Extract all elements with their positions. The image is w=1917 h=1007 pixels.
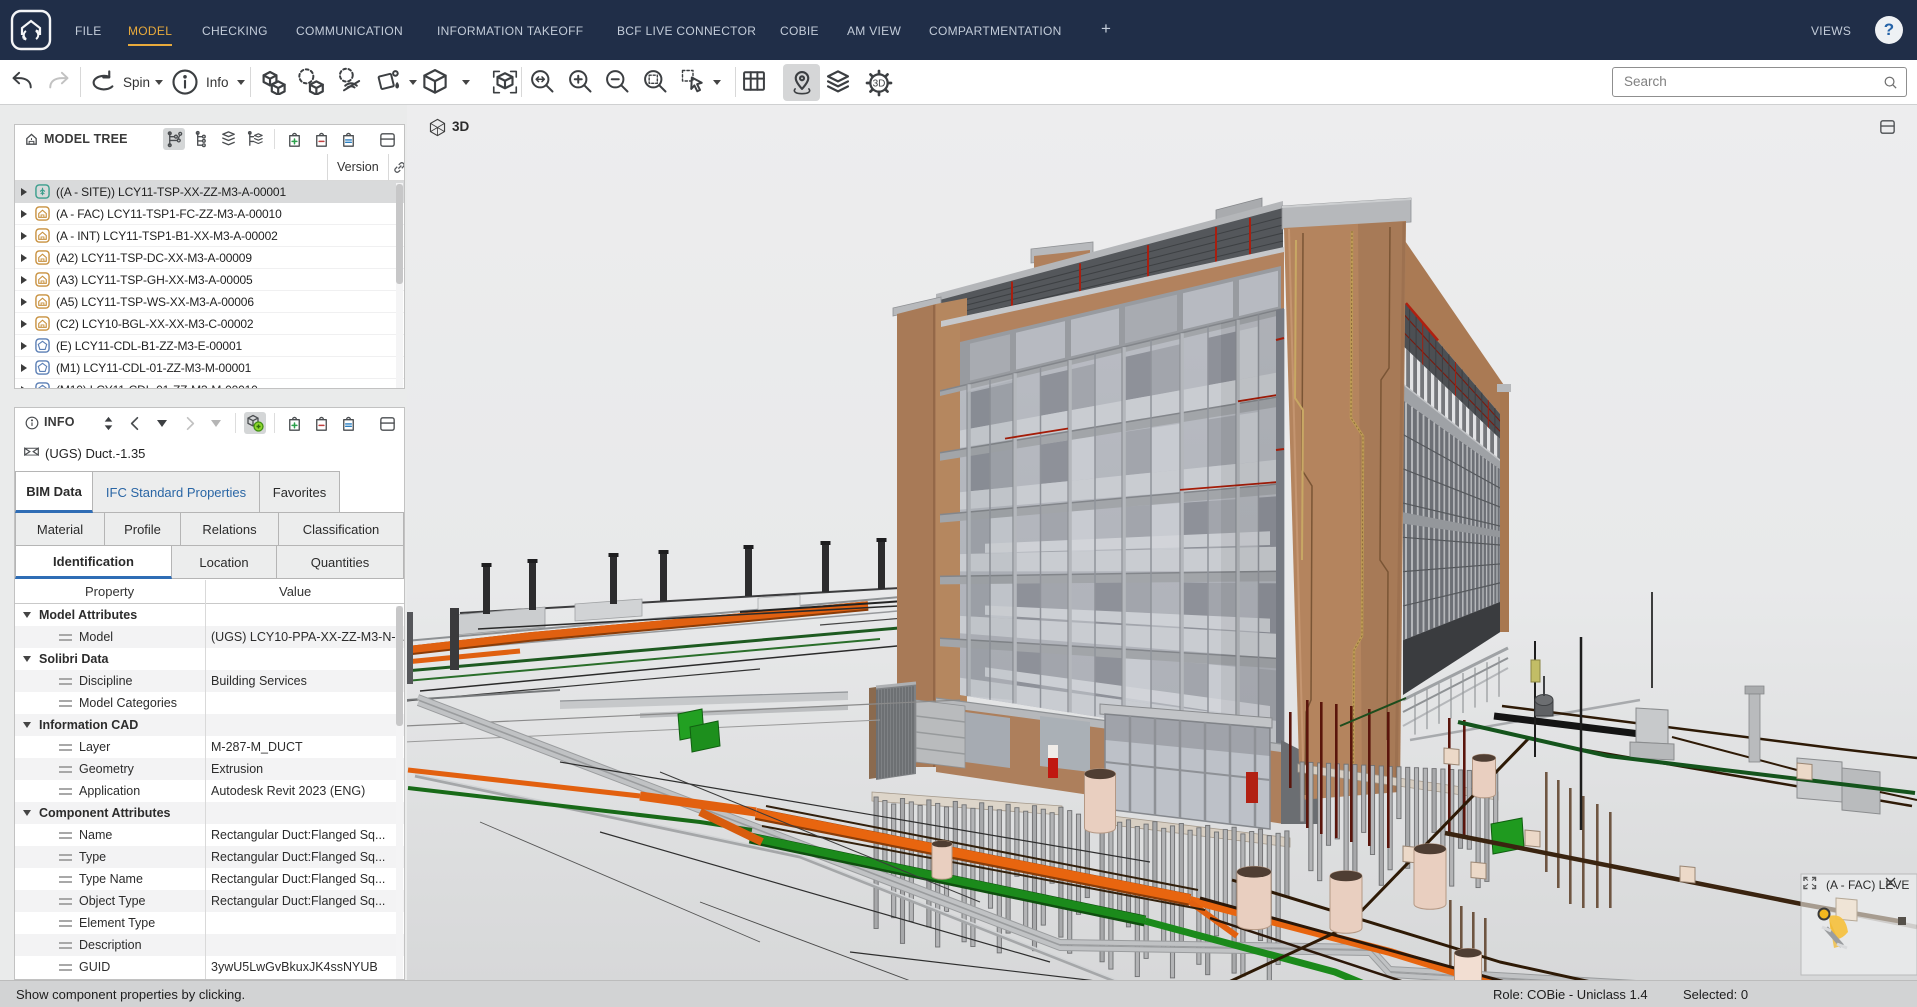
svg-text:(A - FAC) LEVE: (A - FAC) LEVE (1826, 878, 1909, 892)
svg-text:3D: 3D (873, 79, 886, 90)
